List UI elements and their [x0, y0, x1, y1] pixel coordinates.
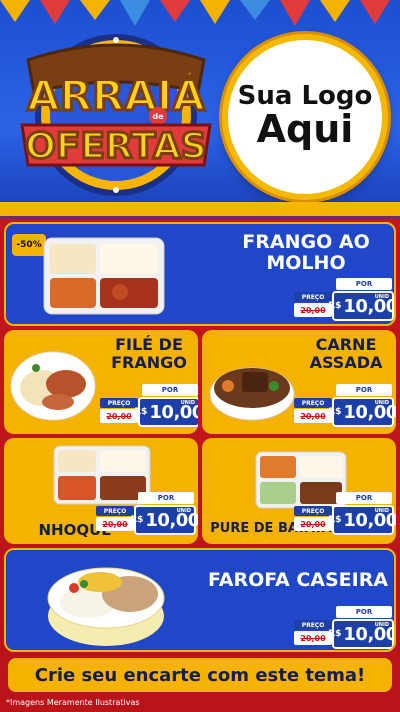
footnote: *Imagens Meramente Ilustrativas — [6, 698, 140, 707]
food-image-carne-assada — [209, 367, 295, 421]
price-tag: POR PREÇO 20,00 R$10,00UNID — [100, 384, 198, 428]
product-name: FRANGO AO MOLHO — [242, 231, 370, 275]
arraia-de-ofertas-badge: ARRAIÁ de OFERTAS — [20, 34, 212, 196]
header-divider — [0, 202, 400, 216]
price-tag: POR PREÇO 20,00 R$10,00UNID — [294, 606, 394, 650]
product-card-carne-assada[interactable]: CARNE ASSADA POR PREÇO 20,00 R$ 10,00 UNID — [202, 330, 396, 434]
logo-line-1: Sua Logo — [237, 81, 373, 112]
price-tag: POR PREÇO 20,00 R$10,00UNID — [294, 278, 394, 322]
badge-word-de: de — [152, 112, 164, 121]
food-image-frango-ao-molho — [43, 237, 165, 315]
logo-placeholder[interactable]: Sua Logo Aqui — [222, 34, 388, 200]
price-tag: POR PREÇO 20,00 R$10,00UNID — [96, 492, 198, 536]
logo-line-2: Aqui — [256, 107, 354, 152]
product-card-file-de-frango[interactable]: FILÉ DEFRANGO POR PREÇO 20,00 R$10,00UNI… — [4, 330, 198, 434]
price-tag: POR PREÇO 20,00 R$10,00UNID — [294, 384, 396, 428]
flyer-page: ARRAIÁ de OFERTAS Sua Logo Aqui -50% FRA… — [0, 0, 400, 712]
food-image-file-de-frango — [10, 351, 96, 421]
food-image-farofa-caseira — [47, 567, 165, 646]
product-card-pure-de-batata[interactable]: PURE DE BATATA POR PREÇO 20,00 R$ 10,00 UN… — [202, 438, 396, 544]
product-card-nhoque[interactable]: NHOQUE POR PREÇO 20,00 R$ 10,00 UNID — [4, 438, 198, 544]
badge-word-ofertas: OFERTAS — [25, 126, 206, 167]
product-card-frango-ao-molho[interactable]: -50% FRANGO AO MOLHO POR PREÇO 20,00 R$ 10… — [4, 222, 396, 326]
price-tag: POR PREÇO 20,00 R$10,00UNID — [294, 492, 396, 536]
cta-banner[interactable]: Crie seu encarte com este tema! — [8, 658, 392, 692]
product-name: FILÉ DE FRANGO — [111, 335, 187, 372]
product-card-farofa-caseira[interactable]: FAROFA CASEIRA POR PREÇO 20,00 R$ 10,00 UN… — [4, 548, 396, 652]
product-name: FAROFA CASEIRA — [207, 569, 389, 591]
product-name: CARNE ASSADA — [309, 335, 383, 372]
badge-word-arraia: ARRAIÁ — [27, 70, 205, 120]
